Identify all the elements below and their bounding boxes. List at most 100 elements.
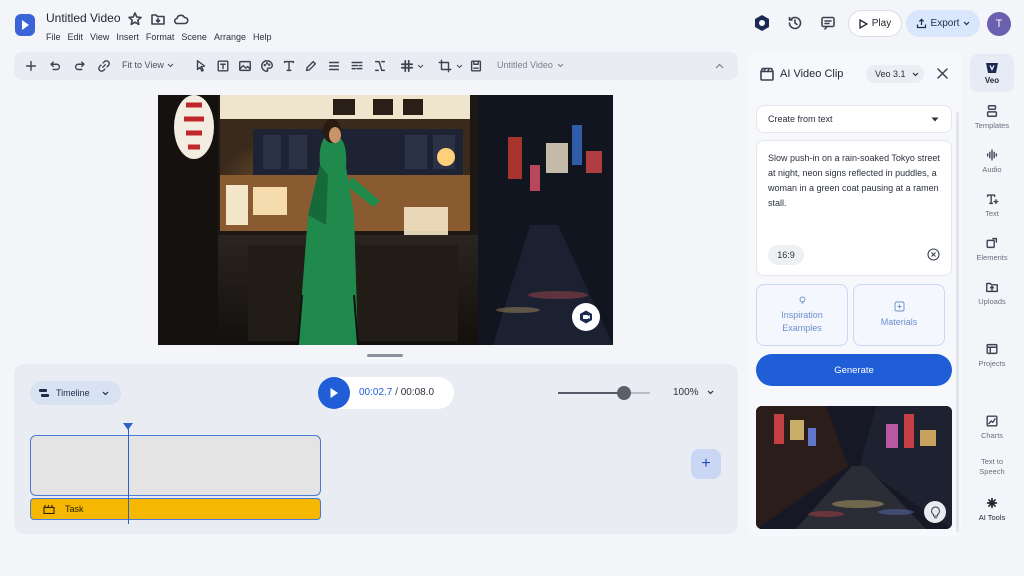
text-box-icon[interactable] [216,59,230,73]
inspiration-examples-card[interactable]: Inspiration Examples [756,284,848,346]
generate-button[interactable]: Generate [756,354,952,386]
total-time: 00:08.0 [400,387,435,398]
templates-icon [986,105,998,117]
task-label: Task [65,504,84,514]
materials-card[interactable]: Materials [853,284,945,346]
task-track[interactable]: Task [30,498,321,520]
zoom-slider[interactable] [558,386,650,400]
rail-item-text[interactable]: Text [972,192,1012,218]
ramen-stall-scene [158,95,613,345]
redo-icon[interactable] [73,59,87,73]
crop-icon[interactable] [438,59,452,73]
right-rail: Veo Templates Audio Text Elements Upload… [966,52,1018,536]
inspiration-examples-label: Inspiration Examples [781,309,823,333]
image-icon[interactable] [238,59,252,73]
playhead-handle[interactable] [123,423,134,430]
rail-label-uploads: Uploads [978,297,1006,306]
menu-help[interactable]: Help [253,32,272,42]
rail-item-audio[interactable]: Audio [972,148,1012,174]
star-icon[interactable] [127,11,143,27]
undo-icon[interactable] [48,59,62,73]
menu-scene[interactable]: Scene [181,32,207,42]
rail-label-elements: Elements [976,253,1008,262]
playhead-line [128,426,130,524]
play-button[interactable]: Play [848,10,902,37]
chevron-down-icon [707,390,714,395]
image-add-icon [894,301,904,312]
menu-insert[interactable]: Insert [116,32,139,42]
text-tool-icon[interactable] [282,59,296,73]
chevron-down-icon[interactable] [417,64,424,69]
menu-file[interactable]: File [46,32,61,42]
history-icon[interactable] [784,12,806,34]
app-logo[interactable] [14,13,36,37]
layout-icon[interactable] [350,59,364,73]
timeline-play-button[interactable] [318,377,350,409]
close-icon[interactable] [937,68,948,79]
toolbar-video-title[interactable]: Untitled Video [497,60,564,70]
export-button[interactable]: Export [906,10,980,37]
video-clip-track[interactable] [30,435,321,496]
prompt-text[interactable]: Slow push-in on a rain-soaked Tokyo stre… [768,151,944,211]
rail-item-templates[interactable]: Templates [972,104,1012,130]
user-avatar[interactable]: T [987,12,1011,36]
tokyo-street-preview [756,406,952,529]
upload-folder-icon [986,282,998,293]
comment-icon[interactable] [817,12,839,34]
zoom-slider-knob[interactable] [617,386,632,400]
menu-edit[interactable]: Edit [68,32,84,42]
pen-icon[interactable] [304,59,318,73]
chevron-down-icon [102,391,109,395]
timeline-dropdown[interactable]: Timeline [30,381,121,405]
veo-hex-button[interactable] [751,12,773,34]
ai-panel-title: AI Video Clip [780,68,844,80]
menu-format[interactable]: Format [146,32,175,42]
rail-item-ai-tools[interactable]: AI Tools [972,496,1012,522]
timeline-icon [39,389,49,397]
zoom-percent-dropdown[interactable]: 100% [673,387,714,398]
camera-badge-button[interactable] [572,303,600,331]
rail-item-projects[interactable]: Projects [972,342,1012,368]
link-icon[interactable] [97,59,111,73]
rail-label-templates: Templates [974,121,1010,130]
save-frame-icon[interactable] [469,59,483,73]
rail-item-uploads[interactable]: Uploads [972,280,1012,306]
veo-icon [986,62,998,73]
clear-icon[interactable] [927,248,940,261]
play-icon [859,18,868,29]
menu-view[interactable]: View [90,32,109,42]
mode-select[interactable]: Create from text [756,105,952,133]
add-icon[interactable] [24,59,38,73]
lightbulb-button[interactable] [924,501,946,523]
rail-item-elements[interactable]: Elements [972,236,1012,262]
collapse-toolbar-icon[interactable] [715,63,724,69]
fit-to-view-dropdown[interactable]: Fit to View [122,60,174,70]
model-dropdown[interactable]: Veo 3.1 [866,65,924,83]
generated-preview-thumbnail[interactable] [756,406,952,529]
cloud-icon[interactable] [173,11,189,27]
chevron-down-icon[interactable] [456,64,463,69]
timeline-dropdown-label: Timeline [56,388,90,398]
video-canvas[interactable] [158,95,613,345]
transition-icon[interactable] [373,59,387,73]
zoom-percent: 100% [673,387,699,398]
grid-icon[interactable] [400,59,414,73]
add-track-button[interactable]: + [691,449,721,479]
cursor-icon[interactable] [194,59,208,73]
folder-icon[interactable] [150,11,166,27]
menu-arrange[interactable]: Arrange [214,32,246,42]
panel-scrollbar[interactable] [956,112,959,532]
ai-video-clip-panel: AI Video Clip Veo 3.1 Create from text S… [748,52,962,536]
panel-resize-handle[interactable] [367,354,403,357]
fit-to-view-label: Fit to View [122,60,164,70]
document-title[interactable]: Untitled Video [46,11,121,25]
prompt-input[interactable]: Slow push-in on a rain-soaked Tokyo stre… [756,140,952,276]
rail-item-veo[interactable]: Veo [970,54,1014,92]
rail-item-charts[interactable]: Charts [972,414,1012,440]
rail-item-text-to-speech[interactable]: Text to Speech [972,457,1012,477]
aspect-ratio-chip[interactable]: 16:9 [768,245,804,265]
ai-tools-icon [986,497,998,509]
rail-label-text-to-speech: Text to Speech [979,457,1005,476]
align-icon[interactable] [327,59,341,73]
palette-icon[interactable] [260,59,274,73]
